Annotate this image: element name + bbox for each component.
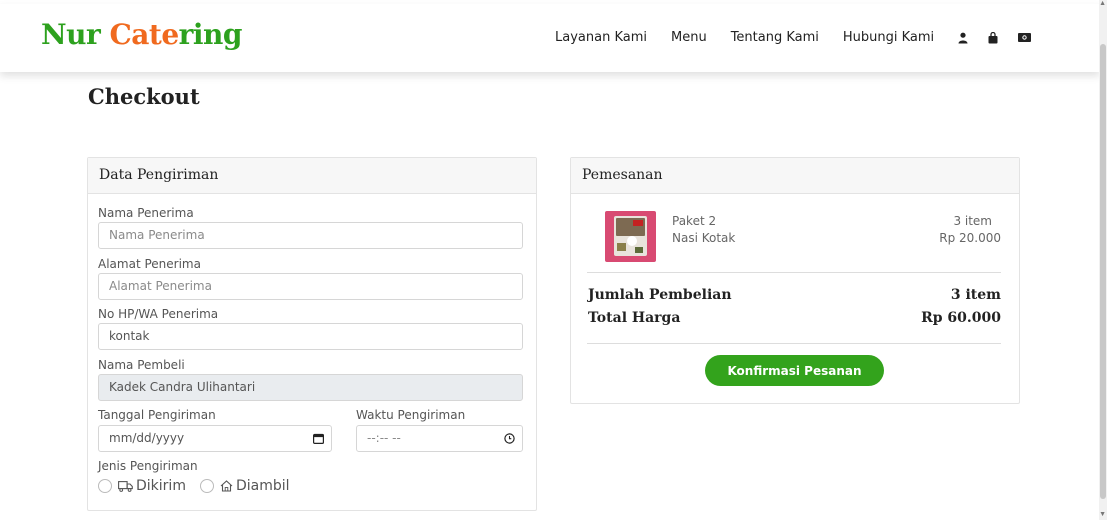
shopping-bag-icon[interactable]	[988, 31, 998, 44]
radio-diambil-label[interactable]: Diambil	[236, 478, 290, 494]
nav-links: Layanan Kami Menu Tentang Kami Hubungi K…	[555, 30, 1051, 45]
radio-dikirim[interactable]	[98, 479, 112, 493]
delivery-method-label: Jenis Pengiriman	[98, 459, 198, 473]
buyer-name-input: Kadek Candra Ulihantari	[98, 374, 523, 401]
recipient-phone-label: No HP/WA Penerima	[98, 307, 219, 321]
scroll-thumb[interactable]	[1100, 44, 1106, 499]
recipient-name-input[interactable]: Nama Penerima	[98, 222, 523, 249]
cash-icon[interactable]	[1018, 33, 1032, 42]
radio-diambil[interactable]	[199, 479, 214, 493]
scroll-down-icon[interactable]: ▼	[1099, 511, 1106, 518]
nav-link-hubungi[interactable]: Hubungi Kami	[843, 30, 934, 45]
user-icon[interactable]	[958, 32, 968, 44]
recipient-name-label: Nama Penerima	[98, 206, 194, 220]
delivery-date-input[interactable]: mm/dd/yyyy	[98, 425, 332, 452]
nav-link-menu[interactable]: Menu	[671, 30, 707, 45]
total-price-value: Rp 60.000	[921, 310, 1001, 326]
order-card: Pemesanan Paket 2 Nasi Kotak 3 item Rp 2…	[570, 157, 1020, 404]
delivery-time-input[interactable]: --:-- --	[356, 425, 523, 452]
navbar: Nur Catering Layanan Kami Menu Tentang K…	[0, 4, 1100, 72]
recipient-phone-input[interactable]: kontak	[98, 323, 523, 350]
order-divider-top	[587, 272, 1001, 273]
product-price: Rp 20.000	[939, 231, 1001, 245]
scroll-up-icon[interactable]: ▲	[1099, 0, 1106, 7]
confirm-order-button[interactable]: Konfirmasi Pesanan	[705, 355, 884, 386]
nav-link-layanan[interactable]: Layanan Kami	[555, 30, 647, 45]
page-title: Checkout	[88, 84, 200, 109]
delivery-date-label: Tanggal Pengiriman	[98, 408, 216, 422]
order-card-header: Pemesanan	[571, 158, 1019, 194]
shipping-card: Data Pengiriman Nama Penerima Nama Pener…	[87, 157, 537, 511]
product-name: Paket 2	[672, 214, 717, 228]
delivery-time-label: Waktu Pengiriman	[356, 408, 466, 422]
nav-link-tentang[interactable]: Tentang Kami	[731, 30, 819, 45]
recipient-address-label: Alamat Penerima	[98, 257, 201, 271]
product-category: Nasi Kotak	[672, 231, 736, 245]
total-qty-label: Jumlah Pembelian	[588, 287, 732, 303]
delivery-time-placeholder: --:-- --	[367, 431, 401, 445]
order-divider-bottom	[587, 343, 1001, 344]
delivery-method-radio-group: Dikirim Diambil	[98, 478, 304, 494]
product-thumbnail	[605, 211, 656, 262]
truck-icon	[118, 480, 133, 492]
page-scrollbar[interactable]: ▲ ▼	[1099, 0, 1107, 520]
shipping-card-header: Data Pengiriman	[88, 158, 536, 194]
recipient-address-input[interactable]: Alamat Penerima	[98, 273, 523, 300]
house-icon	[220, 480, 233, 492]
delivery-date-placeholder: mm/dd/yyyy	[109, 431, 185, 445]
radio-dikirim-label[interactable]: Dikirim	[136, 478, 186, 494]
clock-icon[interactable]	[504, 433, 515, 444]
brand-logo[interactable]: Nur Catering	[41, 18, 242, 51]
buyer-name-label: Nama Pembeli	[98, 358, 185, 372]
total-qty-value: 3 item	[950, 287, 1001, 303]
total-price-label: Total Harga	[588, 310, 681, 326]
product-qty: 3 item	[953, 214, 992, 228]
calendar-icon[interactable]	[313, 433, 325, 444]
